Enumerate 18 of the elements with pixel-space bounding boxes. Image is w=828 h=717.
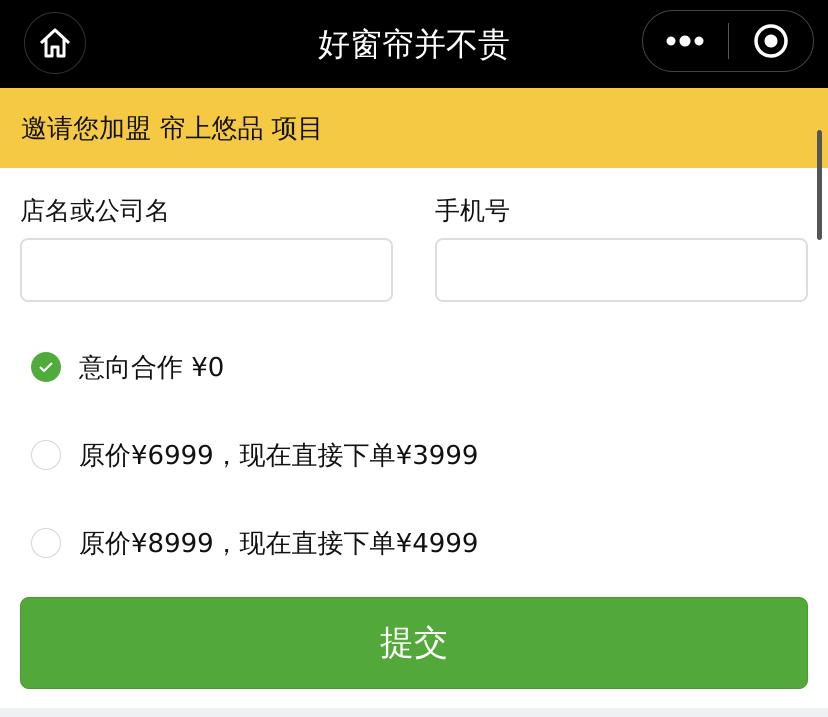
input-field[interactable] — [20, 238, 393, 302]
radio-button[interactable] — [31, 440, 61, 470]
more-icon — [666, 35, 704, 47]
banner-text: 邀请您加盟 帘上悠品 项目 — [21, 112, 324, 146]
field-label: 店名或公司名 — [20, 196, 171, 226]
option-label: 意向合作 ¥0 — [79, 352, 224, 384]
home-icon — [38, 27, 72, 59]
field-label: 手机号 — [435, 196, 511, 226]
input-field[interactable] — [435, 238, 808, 302]
option-label: 原价¥8999，现在直接下单¥4999 — [79, 528, 478, 560]
radio-button[interactable] — [31, 528, 61, 558]
window-title: 好窗帘并不贵 — [318, 24, 510, 64]
option-label: 原价¥6999，现在直接下单¥3999 — [79, 440, 478, 472]
check-icon — [38, 361, 54, 373]
radio-button[interactable] — [31, 352, 61, 382]
target-icon — [752, 23, 789, 59]
scrollbar[interactable] — [817, 130, 822, 240]
submit-button[interactable]: 提交 — [20, 597, 808, 689]
